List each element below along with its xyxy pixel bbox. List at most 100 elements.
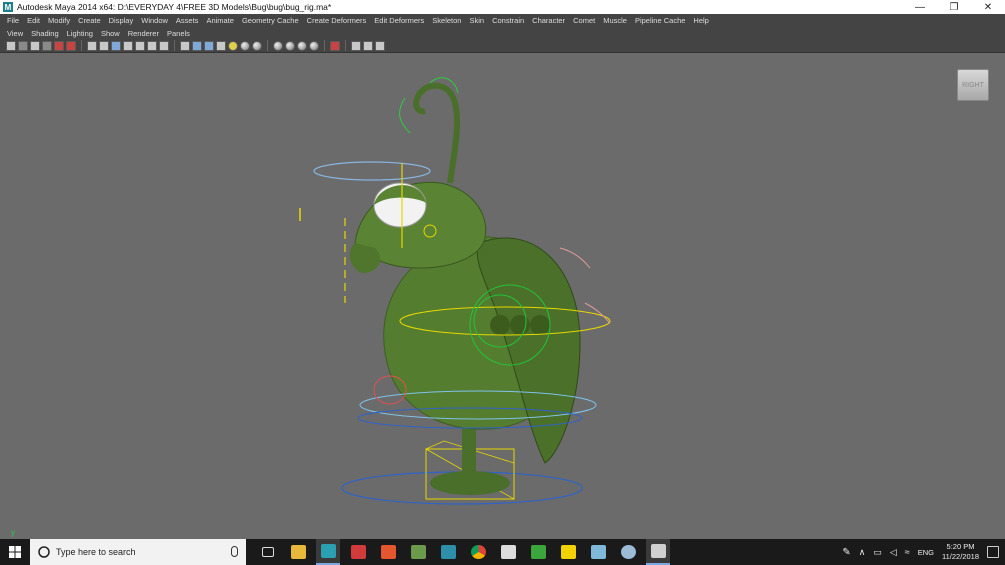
menu-window[interactable]: Window xyxy=(137,16,172,25)
language-indicator[interactable]: ENG xyxy=(918,548,934,557)
app-icon-1[interactable] xyxy=(346,539,370,565)
antenna-controller-curve xyxy=(399,97,411,134)
grease-pencil-icon[interactable] xyxy=(66,40,76,51)
close-button[interactable]: ✕ xyxy=(971,0,1005,14)
menu-constrain[interactable]: Constrain xyxy=(488,16,528,25)
menu-character[interactable]: Character xyxy=(528,16,569,25)
panel-toolbar: View Shading Lighting Show Renderer Pane… xyxy=(0,27,1005,53)
windows-taskbar: Type here to search ✎ ∧ ▭ ◁ ≈ ENG 5:20 P… xyxy=(0,539,1005,565)
restore-button[interactable]: ❐ xyxy=(937,0,971,14)
chrome-icon[interactable] xyxy=(466,539,490,565)
two-d-pan-icon[interactable] xyxy=(54,40,64,51)
menu-pipeline-cache[interactable]: Pipeline Cache xyxy=(631,16,689,25)
smooth-shade-icon[interactable] xyxy=(192,40,202,51)
wing-controller-curve xyxy=(559,247,591,269)
perspective-viewport[interactable]: RIGHT y xyxy=(0,53,1005,539)
pen-icon[interactable]: ✎ xyxy=(842,547,850,558)
maya-taskbar-icon[interactable] xyxy=(316,539,340,565)
textured-icon[interactable] xyxy=(216,40,226,51)
task-view-icon[interactable] xyxy=(256,539,280,565)
app-icon-6[interactable] xyxy=(586,539,610,565)
panel-menus: View Shading Lighting Show Renderer Pane… xyxy=(0,27,1005,39)
gate-mask-icon[interactable] xyxy=(123,40,133,51)
clock-date: 11/22/2018 xyxy=(942,552,979,561)
grid-icon[interactable] xyxy=(87,40,97,51)
wifi-icon[interactable]: ≈ xyxy=(905,547,910,557)
shadows-icon[interactable] xyxy=(240,40,250,51)
minimize-button[interactable]: — xyxy=(903,0,937,14)
menu-assets[interactable]: Assets xyxy=(172,16,203,25)
file-explorer-icon[interactable] xyxy=(286,539,310,565)
taskbar-search-box[interactable]: Type here to search xyxy=(30,539,246,565)
film-gate-icon[interactable] xyxy=(99,40,109,51)
panel-menu-lighting[interactable]: Lighting xyxy=(63,29,97,38)
xray-active-components-icon[interactable] xyxy=(363,40,373,51)
notification-icon[interactable] xyxy=(987,546,999,558)
image-plane-icon[interactable] xyxy=(42,40,52,51)
safe-title-icon[interactable] xyxy=(159,40,169,51)
use-all-lights-icon[interactable] xyxy=(228,40,238,51)
menu-skeleton[interactable]: Skeleton xyxy=(428,16,465,25)
panel-menu-renderer[interactable]: Renderer xyxy=(124,29,163,38)
menu-modify[interactable]: Modify xyxy=(44,16,74,25)
menu-create[interactable]: Create xyxy=(74,16,105,25)
safe-action-icon[interactable] xyxy=(147,40,157,51)
app-icon-3[interactable] xyxy=(406,539,430,565)
motion-blur-icon[interactable] xyxy=(273,40,283,51)
menu-animate[interactable]: Animate xyxy=(202,16,238,25)
panel-menu-panels[interactable]: Panels xyxy=(163,29,194,38)
menu-create-deformers[interactable]: Create Deformers xyxy=(303,16,371,25)
wireframe-on-shaded-icon[interactable] xyxy=(204,40,214,51)
menu-display[interactable]: Display xyxy=(105,16,138,25)
depth-of-field-icon[interactable] xyxy=(297,40,307,51)
field-chart-icon[interactable] xyxy=(135,40,145,51)
main-menu-bar: File Edit Modify Create Display Window A… xyxy=(0,14,1005,27)
window-title: Autodesk Maya 2014 x64: D:\EVERYDAY 4\FR… xyxy=(17,2,332,12)
system-tray: ✎ ∧ ▭ ◁ ≈ ENG 5:20 PM 11/22/2018 xyxy=(842,539,1005,565)
screen-space-ao-icon[interactable] xyxy=(252,40,262,51)
camtasia-icon[interactable] xyxy=(526,539,550,565)
app-icon-7[interactable] xyxy=(616,539,640,565)
backface-culling-icon[interactable] xyxy=(375,40,385,51)
menu-skin[interactable]: Skin xyxy=(465,16,488,25)
camera-attributes-icon[interactable] xyxy=(18,40,28,51)
volume-icon[interactable]: ◁ xyxy=(890,547,897,558)
isolate-select-icon[interactable] xyxy=(330,40,340,51)
multisample-icon[interactable] xyxy=(285,40,295,51)
panel-menu-view[interactable]: View xyxy=(3,29,27,38)
start-button[interactable] xyxy=(0,539,30,565)
app-icon-4[interactable] xyxy=(436,539,460,565)
view-cube[interactable]: RIGHT xyxy=(957,69,989,101)
xray-joints-icon[interactable] xyxy=(351,40,361,51)
wireframe-icon[interactable] xyxy=(180,40,190,51)
sticky-icon[interactable] xyxy=(556,539,580,565)
network-icon[interactable]: ▭ xyxy=(873,547,882,558)
taskbar-apps xyxy=(246,539,670,565)
search-placeholder: Type here to search xyxy=(56,547,136,557)
microphone-icon[interactable] xyxy=(231,546,238,557)
clock-time: 5:20 PM xyxy=(946,542,975,551)
menu-geometry-cache[interactable]: Geometry Cache xyxy=(238,16,303,25)
app-icon-5[interactable] xyxy=(496,539,520,565)
menu-edit-deformers[interactable]: Edit Deformers xyxy=(370,16,428,25)
panel-menu-show[interactable]: Show xyxy=(97,29,124,38)
menu-edit[interactable]: Edit xyxy=(23,16,44,25)
bookmark-icon[interactable] xyxy=(30,40,40,51)
menu-comet[interactable]: Comet xyxy=(569,16,599,25)
button-mesh xyxy=(530,315,550,335)
resolution-gate-icon[interactable] xyxy=(111,40,121,51)
bug-rig-model[interactable] xyxy=(0,53,1005,539)
menu-help[interactable]: Help xyxy=(689,16,712,25)
select-camera-icon[interactable] xyxy=(6,40,16,51)
menu-file[interactable]: File xyxy=(3,16,23,25)
toolbar-separator xyxy=(345,40,346,51)
chevron-up-icon[interactable]: ∧ xyxy=(859,547,866,558)
app-icon-8[interactable] xyxy=(646,539,670,565)
button-mesh xyxy=(510,315,530,335)
xray-icon[interactable] xyxy=(309,40,319,51)
panel-menu-shading[interactable]: Shading xyxy=(27,29,63,38)
menu-muscle[interactable]: Muscle xyxy=(599,16,631,25)
app-icon-2[interactable] xyxy=(376,539,400,565)
clock[interactable]: 5:20 PM 11/22/2018 xyxy=(942,542,979,562)
button-mesh xyxy=(490,315,510,335)
